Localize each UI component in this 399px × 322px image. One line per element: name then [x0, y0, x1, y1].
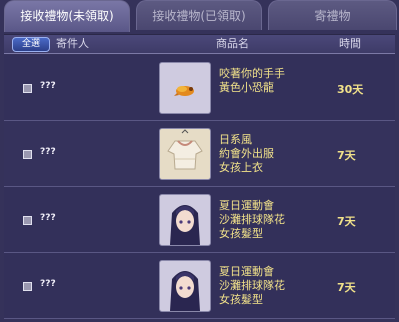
row-checkbox[interactable] [23, 150, 32, 159]
gift-row[interactable]: ??? 夏日運動會 沙灘排球隊花 女孩髮型 7天 [4, 253, 395, 319]
column-header-time: 時間 [339, 37, 361, 50]
time-remaining: 7天 [337, 281, 356, 294]
row-checkbox[interactable] [23, 216, 32, 225]
row-checkbox[interactable] [23, 84, 32, 93]
gift-window: 接收禮物(未領取) 接收禮物(已領取) 寄禮物 全選 寄件人 商品名 時間 ??… [0, 0, 399, 322]
gift-row[interactable]: ??? 夏日運動會 沙灘排球隊花 女孩髮型 7天 [4, 187, 395, 253]
sender-name: ??? [40, 81, 56, 91]
column-header-item-name: 商品名 [216, 37, 249, 50]
tab-send-gift[interactable]: 寄禮物 [268, 0, 397, 30]
time-remaining: 30天 [337, 83, 364, 96]
select-all-button[interactable]: 全選 [12, 37, 50, 52]
yellow-dinosaur-icon [159, 62, 211, 114]
blouse-icon [159, 128, 211, 180]
column-header-sender: 寄件人 [56, 37, 89, 50]
time-remaining: 7天 [337, 215, 356, 228]
sender-name: ??? [40, 279, 56, 289]
sender-name: ??? [40, 147, 56, 157]
sender-name: ??? [40, 213, 56, 223]
hairstyle-icon [159, 260, 211, 312]
gift-row[interactable]: ??? 日系風 約會外出服 女孩上衣 7天 [4, 121, 395, 187]
item-name: 日系風 約會外出服 女孩上衣 [219, 133, 274, 174]
time-remaining: 7天 [337, 149, 356, 162]
hairstyle-icon [159, 194, 211, 246]
list-header: 全選 寄件人 商品名 時間 [4, 34, 395, 54]
tab-received-unclaimed[interactable]: 接收禮物(未領取) [4, 0, 130, 32]
tab-bar: 接收禮物(未領取) 接收禮物(已領取) 寄禮物 [0, 0, 399, 32]
gift-row[interactable]: ??? 咬著你的手手 黃色小恐龍 30天 [4, 55, 395, 121]
item-name: 咬著你的手手 黃色小恐龍 [219, 67, 285, 94]
item-name: 夏日運動會 沙灘排球隊花 女孩髮型 [219, 265, 285, 306]
gift-list: ??? 咬著你的手手 黃色小恐龍 30天 ??? 日系風 約會外出服 女孩上衣 … [4, 55, 395, 322]
tab-received-claimed[interactable]: 接收禮物(已領取) [136, 0, 262, 30]
item-name: 夏日運動會 沙灘排球隊花 女孩髮型 [219, 199, 285, 240]
row-checkbox[interactable] [23, 282, 32, 291]
